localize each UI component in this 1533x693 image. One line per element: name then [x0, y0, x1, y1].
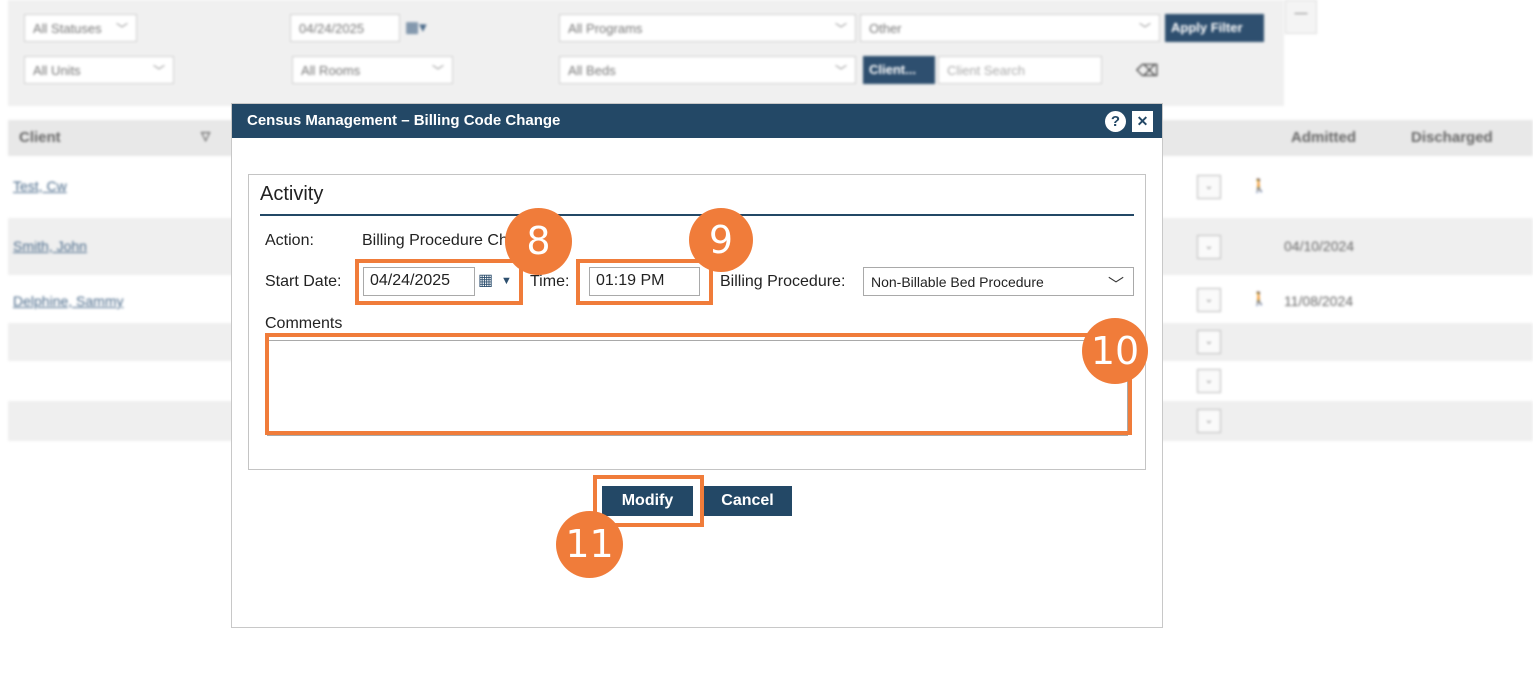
chevron-down-icon: ﹀ — [834, 22, 847, 36]
bed-filter[interactable]: All Beds ﹀ — [559, 56, 856, 84]
step-badge-9: 9 — [689, 208, 753, 272]
admitted-date: 11/08/2024 — [1284, 293, 1354, 309]
other-filter[interactable]: Other ﹀ — [860, 14, 1160, 42]
client-link[interactable]: Smith, John — [13, 238, 87, 254]
room-filter[interactable]: All Rooms ﹀ — [292, 56, 453, 84]
section-divider — [260, 214, 1134, 216]
help-icon[interactable]: ? — [1105, 111, 1126, 132]
row-dropdown-button[interactable]: ⌄ — [1197, 330, 1221, 354]
row-dropdown-button[interactable]: ⌄ — [1197, 369, 1221, 393]
date-filter[interactable]: 04/24/2025 — [290, 14, 400, 42]
highlight-comments — [265, 333, 1132, 435]
filter-icon[interactable]: ▽ — [201, 129, 210, 143]
time-label: Time: — [530, 273, 570, 290]
chevron-down-icon: ﹀ — [115, 22, 128, 36]
unit-filter-value: All Units — [33, 63, 81, 78]
row-dropdown-button[interactable]: ⌄ — [1197, 409, 1221, 433]
chevron-down-icon: ﹀ — [152, 64, 165, 78]
column-client[interactable]: Client — [19, 129, 61, 146]
column-admitted[interactable]: Admitted — [1291, 129, 1356, 146]
chevron-down-icon: ﹀ — [834, 64, 847, 78]
unit-filter[interactable]: All Units ﹀ — [24, 56, 174, 84]
walk-icon: 🚶 — [1251, 291, 1268, 306]
cancel-button[interactable]: Cancel — [703, 486, 792, 516]
walk-icon: 🚶 — [1251, 178, 1268, 193]
client-search-input[interactable]: Client Search — [938, 56, 1102, 84]
billing-procedure-select[interactable]: Non-Billable Bed Procedure ﹀ — [863, 267, 1134, 296]
filter-panel: All Statuses ﹀ 04/24/2025 ▦▾ All Programs… — [8, 0, 1284, 106]
row-dropdown-button[interactable]: ⌄ — [1197, 235, 1221, 259]
eraser-icon[interactable]: ⌫ — [1136, 61, 1159, 81]
apply-filter-button[interactable]: Apply Filter — [1165, 14, 1264, 42]
client-link[interactable]: Delphine, Sammy — [13, 293, 124, 309]
billing-procedure-value: Non-Billable Bed Procedure — [871, 274, 1044, 290]
comments-label: Comments — [265, 315, 343, 332]
section-title: Activity — [260, 183, 324, 205]
action-value: Billing Procedure Ch — [362, 232, 508, 249]
status-filter[interactable]: All Statuses ﹀ — [24, 14, 137, 42]
step-badge-11: 11 — [556, 511, 623, 578]
chevron-down-icon: ﹀ — [1107, 277, 1124, 294]
client-button[interactable]: Client... — [863, 56, 935, 84]
status-filter-value: All Statuses — [33, 21, 102, 36]
bed-filter-value: All Beds — [568, 63, 616, 78]
chevron-down-icon: ﹀ — [431, 64, 444, 78]
dialog-title: Census Management – Billing Code Change — [247, 112, 561, 129]
room-filter-value: All Rooms — [301, 63, 361, 78]
row-dropdown-button[interactable]: ⌄ — [1197, 288, 1221, 312]
step-badge-8: 8 — [505, 208, 572, 275]
client-link[interactable]: Test, Cw — [13, 178, 67, 194]
close-icon[interactable]: ✕ — [1132, 111, 1153, 132]
column-discharged[interactable]: Discharged — [1411, 129, 1493, 146]
date-filter-value: 04/24/2025 — [299, 21, 365, 36]
program-filter[interactable]: All Programs ﹀ — [559, 14, 856, 42]
row-dropdown-button[interactable]: ⌄ — [1197, 175, 1221, 199]
billing-procedure-label: Billing Procedure: — [720, 273, 846, 290]
start-date-label: Start Date: — [265, 273, 342, 290]
action-label: Action: — [265, 232, 314, 249]
step-badge-10: 10 — [1082, 318, 1148, 384]
admitted-date: 04/10/2024 — [1284, 238, 1355, 254]
collapse-button[interactable]: — — [1285, 0, 1317, 34]
program-filter-value: All Programs — [568, 21, 643, 36]
chevron-down-icon: ﹀ — [1138, 22, 1151, 36]
highlight-time — [576, 259, 713, 305]
calendar-icon[interactable]: ▦▾ — [405, 18, 427, 36]
other-filter-value: Other — [869, 21, 902, 36]
highlight-start-date — [355, 259, 523, 305]
dialog-header: Census Management – Billing Code Change … — [232, 104, 1162, 138]
